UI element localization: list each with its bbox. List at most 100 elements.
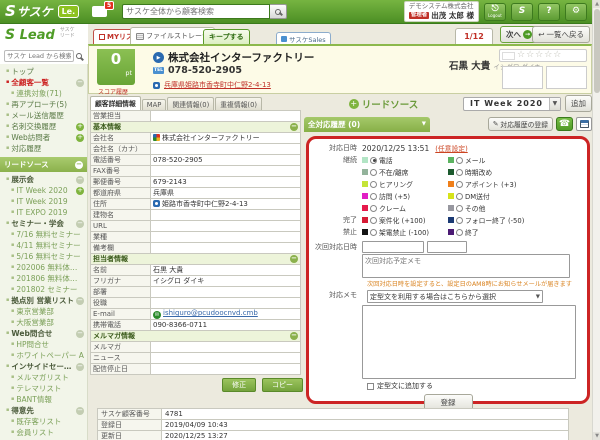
tab-keep[interactable]: キープする	[203, 29, 250, 44]
option-label[interactable]: 終了	[465, 227, 479, 237]
sasuke-logo[interactable]: Sサスケ	[5, 3, 53, 20]
template-select[interactable]: 定型文を利用する場合はこちらから選択 ▼	[367, 290, 543, 303]
option-label[interactable]: 電話	[379, 155, 393, 165]
detail-tab[interactable]: 顧客詳細情報	[90, 96, 141, 110]
option-radio[interactable]	[456, 169, 463, 176]
option-label[interactable]: 架電禁止 (-100)	[379, 227, 429, 237]
next-memo-textarea[interactable]	[362, 254, 570, 278]
minus-circle-icon[interactable]: −	[76, 220, 84, 228]
sidebar-item[interactable]: ▪テレマリスト	[0, 383, 87, 394]
result-option[interactable]: 訪問 (+5)	[362, 191, 448, 201]
option-radio[interactable]	[370, 217, 377, 224]
user-info-box[interactable]: デモシステム株式会社 管理者出茂 太郎 様	[404, 1, 479, 22]
scroll-up-arrow[interactable]: ▲	[593, 0, 600, 8]
address-link[interactable]: 兵庫県姫路市香寺町中仁野2-4-13	[164, 80, 271, 90]
option-radio[interactable]	[370, 193, 377, 200]
star-icons[interactable]: ☆☆☆☆☆	[517, 51, 562, 60]
result-option[interactable]: 時期改め	[448, 167, 492, 177]
settings-button[interactable]: ⚙	[565, 3, 587, 21]
register-history-button[interactable]: ✎対応履歴の登録	[488, 117, 553, 131]
vertical-scrollbar[interactable]: ▲ ▼	[592, 0, 600, 440]
sidebar-item[interactable]: ▪連携対象(71)	[0, 88, 87, 99]
history-chevron-icon[interactable]: ▼	[422, 121, 426, 127]
sidebar-item[interactable]: ▪HP問合せ	[0, 339, 87, 350]
sidebar-item[interactable]: ▪7/16 無料セミナー	[0, 229, 87, 240]
option-radio[interactable]	[456, 217, 463, 224]
option-radio[interactable]	[370, 181, 377, 188]
minus-circle-icon[interactable]: −	[76, 176, 84, 184]
lead-search-input[interactable]	[4, 50, 74, 62]
sidebar-item[interactable]: ▪4/11 無料セミナー	[0, 240, 87, 251]
option-radio[interactable]	[456, 181, 463, 188]
phone-call-button[interactable]: ☎	[556, 117, 573, 131]
sidebar-item[interactable]: ▪対応履歴	[0, 143, 87, 154]
sidebar-item[interactable]: ▪トップ	[0, 66, 87, 77]
sidebar-item[interactable]: ▪名刺交換履歴+	[0, 121, 87, 132]
detail-tab[interactable]: 重複情報(0)	[215, 97, 262, 110]
sidebar-item[interactable]: ▪メール送信履歴	[0, 110, 87, 121]
chevron-down-icon[interactable]: ▼	[549, 98, 560, 110]
result-option[interactable]: 架電禁止 (-100)	[362, 227, 448, 237]
sidebar-item[interactable]: ▪IT Week 2019	[0, 196, 87, 207]
result-option[interactable]: その他	[448, 203, 485, 213]
sidebar-item[interactable]: ▪東京営業部	[0, 306, 87, 317]
result-option[interactable]: 終了	[448, 227, 479, 237]
mail-history-icon[interactable]: ✉	[153, 311, 161, 319]
sidebar-item[interactable]: ▪大阪営業部	[0, 317, 87, 328]
option-radio[interactable]	[456, 205, 463, 212]
option-radio[interactable]	[456, 157, 463, 164]
lead-source-select[interactable]: IT Week 2020 ▼	[463, 97, 561, 111]
result-option[interactable]: アポイント (+3)	[448, 179, 516, 189]
search-button[interactable]	[270, 4, 287, 19]
sidebar-item[interactable]: ▪Web問合せ−	[0, 328, 87, 339]
collapse-icon[interactable]: −	[290, 123, 298, 131]
plus-circle-icon[interactable]: +	[76, 134, 84, 142]
plus-circle-icon[interactable]: +	[76, 187, 84, 195]
result-option[interactable]: DM送付	[448, 191, 490, 201]
option-label[interactable]: フォロー終了 (-50)	[465, 215, 524, 225]
optional-setting-link[interactable]: (任意設定)	[435, 143, 468, 153]
lead-search-icon[interactable]	[76, 53, 82, 59]
collapse-icon[interactable]: −	[290, 255, 298, 263]
sidebar-item[interactable]: ▪ホワイトペーパー A	[0, 350, 87, 361]
option-label[interactable]: DM送付	[465, 191, 490, 201]
sidebar-item[interactable]: ▪5/16 無料セミナー	[0, 251, 87, 262]
minus-circle-icon[interactable]: −	[76, 363, 84, 371]
option-radio[interactable]	[370, 205, 377, 212]
minus-circle-icon[interactable]: −	[76, 79, 84, 87]
detail-tab[interactable]: MAP	[142, 99, 167, 110]
sidebar-item[interactable]: ▪拠点別 営業リスト−	[0, 295, 87, 306]
sidebar-item[interactable]: ▪メルマガリスト	[0, 372, 87, 383]
edit-button[interactable]: 修正	[222, 378, 256, 392]
copy-button[interactable]: コピー	[262, 378, 303, 392]
plus-circle-icon[interactable]: +	[76, 123, 84, 131]
lead-product-badge[interactable]: Le.	[58, 5, 80, 18]
scroll-down-arrow[interactable]: ▼	[593, 432, 600, 440]
template-add-label[interactable]: 定型文に追加する	[377, 381, 433, 391]
next-date-input[interactable]	[362, 241, 424, 253]
sidebar-item[interactable]: ▪201802 セミナー	[0, 284, 87, 295]
result-option[interactable]: 電話	[362, 155, 448, 165]
star-rating[interactable]: ☆☆☆☆☆	[499, 49, 587, 62]
option-label[interactable]: クレーム	[379, 203, 406, 213]
play-icon[interactable]: ▶	[153, 52, 164, 63]
result-option[interactable]: メール	[448, 155, 485, 165]
minus-circle-icon[interactable]: −	[76, 407, 84, 415]
sidebar-item[interactable]: ▪得意先−	[0, 405, 87, 416]
option-label[interactable]: 案件化 (+100)	[379, 215, 426, 225]
logout-button[interactable]: ⎋Logout	[484, 3, 506, 21]
star-rating-selector[interactable]	[502, 52, 515, 60]
memo-textarea[interactable]	[362, 305, 576, 379]
option-radio[interactable]	[456, 229, 463, 236]
all-history-bar[interactable]: 全対応履歴 (0) ▼	[304, 117, 430, 132]
sidebar-item[interactable]: ▪全顧客一覧−	[0, 77, 87, 88]
option-label[interactable]: アポイント (+3)	[465, 179, 516, 189]
template-add-checkbox[interactable]	[367, 383, 374, 390]
option-radio[interactable]	[370, 229, 377, 236]
sidebar-section-header[interactable]: リードソース−	[0, 157, 87, 172]
add-lead-source-button[interactable]: 追加	[565, 95, 592, 112]
help-button[interactable]: ?	[538, 3, 560, 21]
scrollbar-thumb[interactable]	[594, 9, 600, 93]
email-link[interactable]: ishiguro@pcudoocnvd.cmb	[163, 309, 258, 317]
option-radio[interactable]	[456, 193, 463, 200]
